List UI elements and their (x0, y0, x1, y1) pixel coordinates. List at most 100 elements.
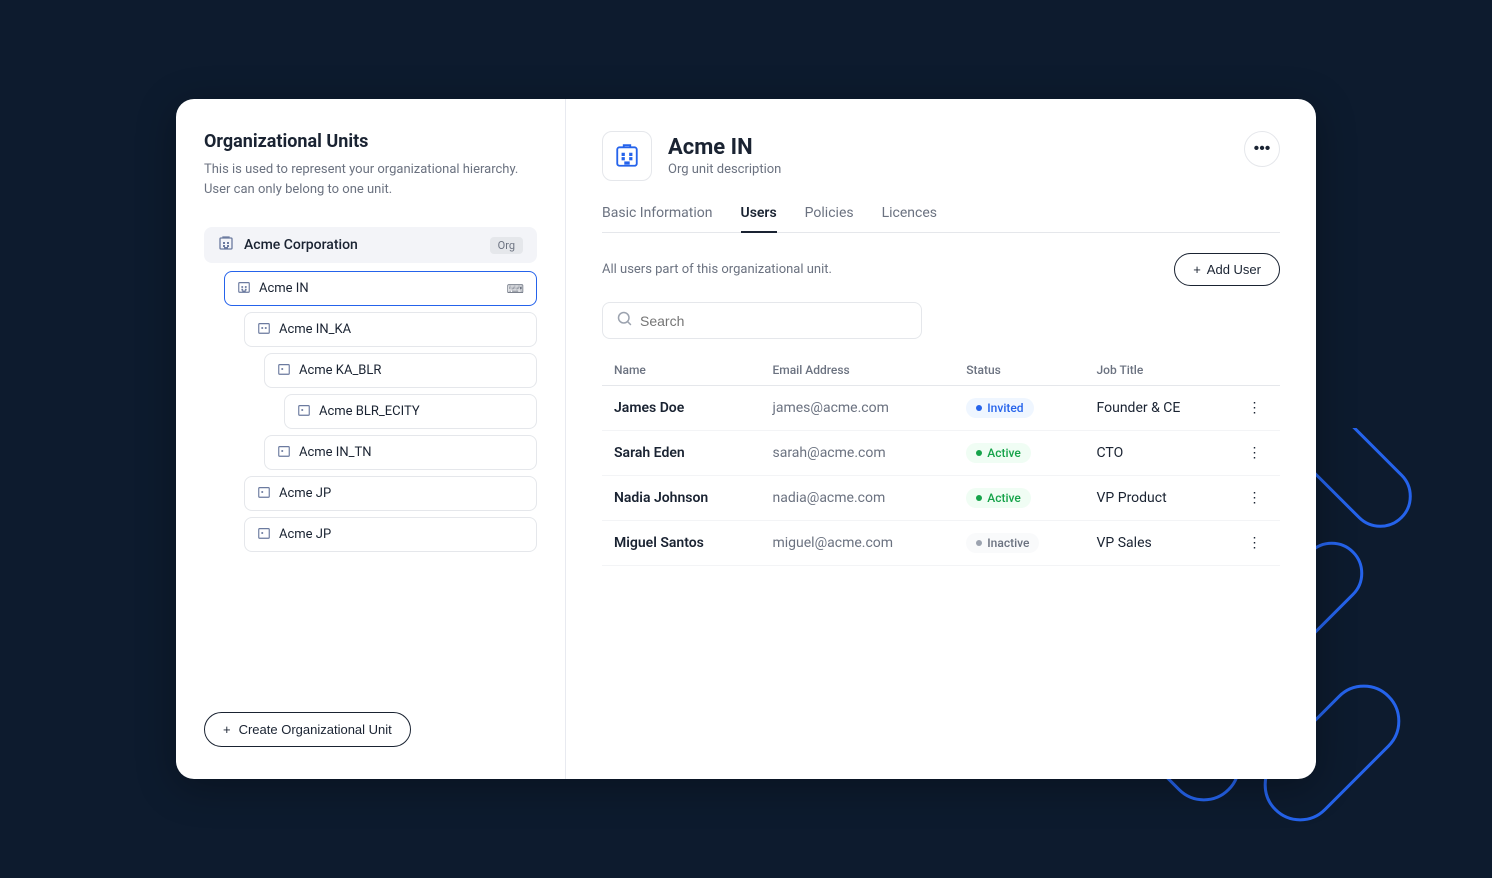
tree-level-4: Acme BLR_ECITY (284, 394, 537, 429)
search-icon (617, 311, 632, 330)
more-options-button[interactable]: ••• (1244, 131, 1280, 167)
cell-email: nadia@acme.com (760, 476, 954, 521)
cell-status: Active (954, 431, 1084, 476)
cell-name: Miguel Santos (602, 521, 760, 566)
cell-email: miguel@acme.com (760, 521, 954, 566)
col-job: Job Title (1085, 355, 1230, 386)
status-dot (976, 540, 982, 546)
tab-basic-information[interactable]: Basic Information (602, 205, 713, 233)
building-icon (218, 235, 234, 255)
col-name: Name (602, 355, 760, 386)
ellipsis-icon: ••• (1254, 140, 1271, 158)
panel-header: Acme IN Org unit description ••• (602, 131, 1280, 181)
status-dot (976, 450, 982, 456)
node-label: Acme KA_BLR (299, 363, 381, 378)
table-row: Sarah Eden sarah@acme.com Active CTO ⋮ (602, 431, 1280, 476)
tree-level-3b: Acme IN_TN (264, 435, 537, 470)
tree-node-acme-jp[interactable]: Acme JP (244, 476, 537, 511)
create-org-unit-button[interactable]: + Create Organizational Unit (204, 712, 411, 747)
node-label: Acme IN_KA (279, 322, 351, 337)
node-icon (297, 402, 311, 421)
col-status: Status (954, 355, 1084, 386)
status-dot (976, 495, 982, 501)
plus-icon: + (223, 722, 231, 737)
row-menu-button[interactable]: ⋮ (1229, 476, 1280, 521)
node-icon (257, 525, 271, 544)
left-panel-title: Organizational Units (204, 131, 537, 152)
tabs-bar: Basic Information Users Policies Licence… (602, 205, 1280, 233)
left-panel-description: This is used to represent your organizat… (204, 160, 537, 199)
org-description: Org unit description (668, 162, 781, 177)
search-box[interactable] (602, 302, 922, 339)
col-email: Email Address (760, 355, 954, 386)
add-user-label: Add User (1207, 262, 1261, 277)
users-table: Name Email Address Status Job Title Jame… (602, 355, 1280, 566)
cell-name: Sarah Eden (602, 431, 760, 476)
add-user-button[interactable]: + Add User (1174, 253, 1280, 286)
status-badge: Invited (966, 398, 1033, 418)
table-row: James Doe james@acme.com Invited Founder… (602, 386, 1280, 431)
tree-level-2a: Acme IN_KA Acme KA_BLR (244, 312, 537, 470)
cell-email: sarah@acme.com (760, 431, 954, 476)
left-panel: Organizational Units This is used to rep… (176, 99, 566, 779)
tree-node-acme-ka-blr[interactable]: Acme KA_BLR (264, 353, 537, 388)
tree-root-node[interactable]: Acme Corporation Org (204, 227, 537, 263)
org-info: Acme IN Org unit description (668, 135, 781, 177)
create-btn-label: Create Organizational Unit (239, 722, 392, 737)
tree-level-2c: Acme JP (244, 517, 537, 552)
node-icon (257, 320, 271, 339)
tree-node-acme-in-tn[interactable]: Acme IN_TN (264, 435, 537, 470)
cell-status: Inactive (954, 521, 1084, 566)
tab-licences[interactable]: Licences (882, 205, 937, 233)
status-badge: Inactive (966, 533, 1039, 553)
node-label: Acme IN (259, 281, 309, 296)
org-unit-icon (602, 131, 652, 181)
right-panel: Acme IN Org unit description ••• Basic I… (566, 99, 1316, 779)
tab-users[interactable]: Users (741, 205, 777, 233)
node-label: Acme IN_TN (299, 445, 372, 460)
tree-level-2b: Acme JP Acme JP (244, 476, 537, 552)
cell-job: CTO (1085, 431, 1230, 476)
cell-job: Founder & CE (1085, 386, 1230, 431)
tab-policies[interactable]: Policies (805, 205, 854, 233)
tree-node-acme-blr-ecity[interactable]: Acme BLR_ECITY (284, 394, 537, 429)
tree-node-acme-jp2[interactable]: Acme JP (244, 517, 537, 552)
status-badge: Active (966, 443, 1031, 463)
cell-job: VP Product (1085, 476, 1230, 521)
main-card: Organizational Units This is used to rep… (176, 99, 1316, 779)
status-badge: Active (966, 488, 1031, 508)
row-menu-button[interactable]: ⋮ (1229, 386, 1280, 431)
cell-email: james@acme.com (760, 386, 954, 431)
tree-node-acme-in[interactable]: Acme IN ⌨ (224, 271, 537, 306)
node-icon (237, 279, 251, 298)
node-icon (277, 443, 291, 462)
table-row: Nadia Johnson nadia@acme.com Active VP P… (602, 476, 1280, 521)
table-row: Miguel Santos miguel@acme.com Inactive V… (602, 521, 1280, 566)
search-input[interactable] (640, 313, 907, 329)
cell-status: Invited (954, 386, 1084, 431)
tree-node-acme-in-ka[interactable]: Acme IN_KA (244, 312, 537, 347)
node-icon (257, 484, 271, 503)
node-label: Acme JP (279, 527, 331, 542)
header-left: Acme IN Org unit description (602, 131, 781, 181)
node-icon (277, 361, 291, 380)
status-dot (976, 405, 982, 411)
col-actions (1229, 355, 1280, 386)
node-label: Acme BLR_ECITY (319, 404, 420, 419)
root-label: Acme Corporation (244, 237, 480, 253)
cell-name: James Doe (602, 386, 760, 431)
cell-status: Active (954, 476, 1084, 521)
tree-level-1: Acme IN ⌨ Acme IN_KA (224, 271, 537, 552)
cursor-icon: ⌨ (507, 282, 524, 296)
plus-icon: + (1193, 262, 1201, 277)
row-menu-button[interactable]: ⋮ (1229, 521, 1280, 566)
org-badge: Org (490, 237, 523, 254)
row-menu-button[interactable]: ⋮ (1229, 431, 1280, 476)
tree-level-3a: Acme KA_BLR Acm (264, 353, 537, 429)
cell-name: Nadia Johnson (602, 476, 760, 521)
org-tree: Acme Corporation Org (204, 227, 537, 688)
cell-job: VP Sales (1085, 521, 1230, 566)
users-description: All users part of this organizational un… (602, 262, 832, 277)
users-section-header: All users part of this organizational un… (602, 253, 1280, 286)
org-name: Acme IN (668, 135, 781, 160)
